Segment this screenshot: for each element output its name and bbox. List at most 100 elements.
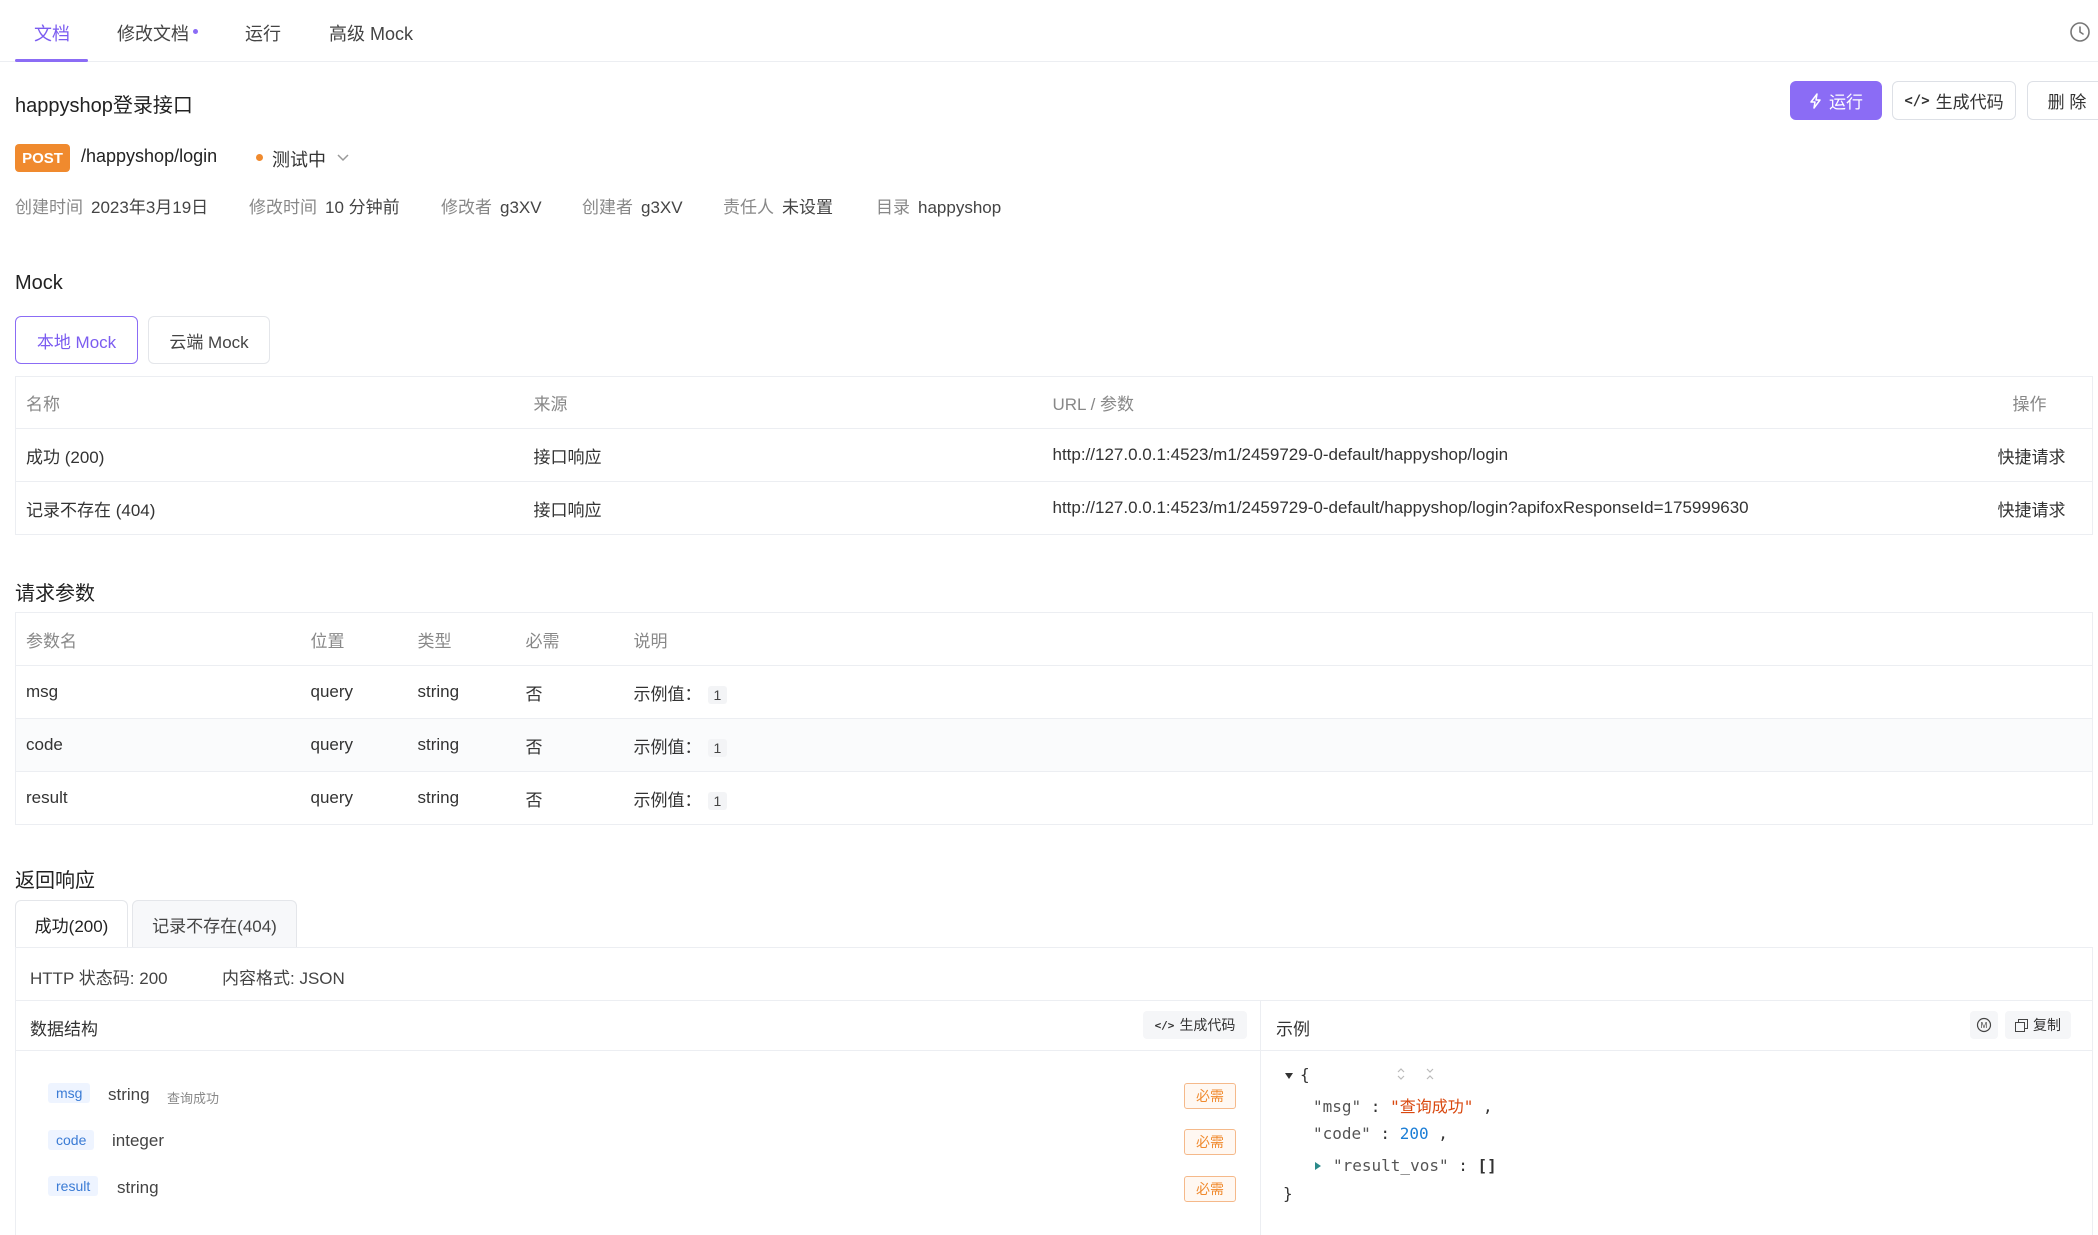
api-title: happyshop登录接口	[15, 95, 193, 117]
json-line-msg: "msg" : "查询成功" ,	[1313, 1097, 1493, 1116]
content-type: 内容格式: JSON	[222, 969, 345, 988]
mock-source: 接口响应	[533, 447, 602, 467]
run-button[interactable]: 运行	[1790, 81, 1882, 120]
params-table: 参数名 位置 类型 必需 说明 msg query string 否 示例值： 1…	[15, 612, 2093, 825]
delete-label: 删 除	[2047, 93, 2087, 112]
meta-label: 创建者	[582, 198, 633, 217]
meta-value: g3XV	[500, 198, 542, 217]
meta-folder: 目录 happyshop	[876, 193, 1001, 218]
mock-title: Mock	[15, 272, 63, 294]
mock-url[interactable]: http://127.0.0.1:4523/m1/2459729-0-defau…	[1053, 429, 1953, 482]
segment-local-mock[interactable]: 本地 Mock	[15, 316, 138, 364]
tab-advanced-mock[interactable]: 高级 Mock	[329, 20, 413, 46]
table-row: result query string 否 示例值： 1	[15, 772, 2093, 825]
generate-code-button[interactable]: </> 生成代码	[1892, 81, 2016, 120]
method-badge: POST	[15, 144, 70, 172]
col-in: 位置	[310, 631, 345, 651]
example-label: 示例值：	[633, 684, 702, 704]
mock-url[interactable]: http://127.0.0.1:4523/m1/2459729-0-defau…	[1053, 482, 1953, 535]
field-type: integer	[112, 1131, 164, 1150]
table-header: 名称 来源 URL / 参数 操作	[15, 377, 2093, 429]
mock-name: 记录不存在 (404)	[26, 500, 156, 520]
col-url: URL / 参数	[1052, 395, 1135, 414]
expand-all-icon[interactable]	[1395, 1066, 1407, 1082]
param-desc: 示例值： 1	[634, 772, 2093, 825]
example-title: 示例	[1276, 1020, 1310, 1039]
param-type: string	[417, 682, 460, 701]
chevron-down-icon[interactable]	[336, 148, 350, 168]
tab-response-200[interactable]: 成功(200)	[15, 900, 128, 948]
run-button-label: 运行	[1829, 93, 1863, 112]
collapse-all-icon[interactable]	[1424, 1066, 1436, 1082]
meta-creator: 创建者 g3XV	[582, 193, 683, 218]
param-required: 否	[525, 790, 543, 810]
mock-source: 接口响应	[533, 500, 602, 520]
param-type: string	[417, 735, 460, 754]
table-row: 记录不存在 (404) 接口响应 http://127.0.0.1:4523/m…	[15, 482, 2093, 535]
example-value: 1	[707, 738, 728, 757]
status-dot	[256, 154, 263, 161]
table-row: 成功 (200) 接口响应 http://127.0.0.1:4523/m1/2…	[15, 429, 2093, 482]
example-label: 示例值：	[633, 790, 702, 810]
params-title: 请求参数	[15, 583, 95, 605]
example-value: 1	[707, 685, 728, 704]
delete-button[interactable]: 删 除	[2027, 81, 2098, 120]
required-tag: 必需	[1184, 1129, 1236, 1155]
col-source: 来源	[533, 395, 568, 414]
param-required: 否	[525, 684, 543, 704]
meta-label: 责任人	[723, 198, 774, 217]
field-name: msg	[48, 1083, 91, 1103]
mock-m-icon: M	[1976, 1017, 1992, 1033]
segment-cloud-mock[interactable]: 云端 Mock	[148, 316, 270, 364]
json-line-result: "result_vos" : []	[1333, 1156, 1497, 1175]
meta-label: 创建时间	[15, 198, 83, 217]
caret-down-icon[interactable]	[1283, 1070, 1295, 1082]
tab-edit-docs-label: 修改文档	[117, 24, 189, 44]
mock-toggle-button[interactable]: M	[1970, 1011, 1998, 1039]
example-value: 1	[707, 791, 728, 810]
api-path: /happyshop/login	[81, 146, 218, 166]
json-key: "code"	[1313, 1124, 1371, 1143]
status-select[interactable]: 测试中	[272, 146, 326, 172]
param-in: query	[310, 735, 354, 754]
json-close-brace: }	[1283, 1184, 1293, 1203]
field-type: string	[117, 1178, 159, 1197]
copy-label: 复制	[2033, 1017, 2061, 1033]
col-param-name: 参数名	[26, 631, 77, 651]
field-name: code	[48, 1130, 95, 1150]
col-desc: 说明	[633, 631, 668, 651]
caret-right-icon[interactable]	[1313, 1160, 1323, 1172]
json-key: "msg"	[1313, 1097, 1362, 1116]
schema-generate-code-label: 生成代码	[1179, 1017, 1236, 1033]
field-desc: 查询成功	[167, 1091, 220, 1106]
json-number: 200	[1399, 1124, 1429, 1143]
json-array: []	[1477, 1156, 1497, 1175]
mock-table: 名称 来源 URL / 参数 操作 成功 (200) 接口响应 http://1…	[15, 376, 2093, 535]
quick-request-link[interactable]: 快捷请求	[1953, 482, 2093, 535]
param-in: query	[310, 788, 354, 807]
tab-docs[interactable]: 文档	[34, 20, 70, 46]
svg-text:M: M	[1981, 1021, 1988, 1030]
tab-run[interactable]: 运行	[245, 20, 281, 46]
code-icon: </>	[1904, 92, 1930, 109]
divider	[15, 1000, 2093, 1001]
history-icon[interactable]	[2068, 20, 2092, 44]
required-tag: 必需	[1184, 1176, 1236, 1202]
tab-edit-docs[interactable]: 修改文档	[117, 20, 198, 46]
required-tag: 必需	[1184, 1083, 1236, 1109]
tab-response-404[interactable]: 记录不存在(404)	[132, 900, 297, 948]
quick-request-link[interactable]: 快捷请求	[1953, 429, 2093, 482]
json-line-code: "code" : 200 ,	[1313, 1124, 1448, 1143]
example-label: 示例值：	[633, 737, 702, 757]
meta-modifier: 修改者 g3XV	[441, 193, 542, 218]
copy-button[interactable]: 复制	[2005, 1011, 2071, 1039]
meta-label: 修改时间	[249, 198, 317, 217]
mock-name: 成功 (200)	[26, 447, 105, 467]
param-in: query	[310, 682, 354, 701]
meta-value: g3XV	[641, 198, 683, 217]
meta-label: 修改者	[441, 198, 492, 217]
col-required: 必需	[525, 631, 560, 651]
schema-generate-code-button[interactable]: </> 生成代码	[1143, 1011, 1247, 1039]
json-string: "查询成功"	[1390, 1097, 1474, 1116]
active-tab-indicator	[15, 59, 88, 62]
